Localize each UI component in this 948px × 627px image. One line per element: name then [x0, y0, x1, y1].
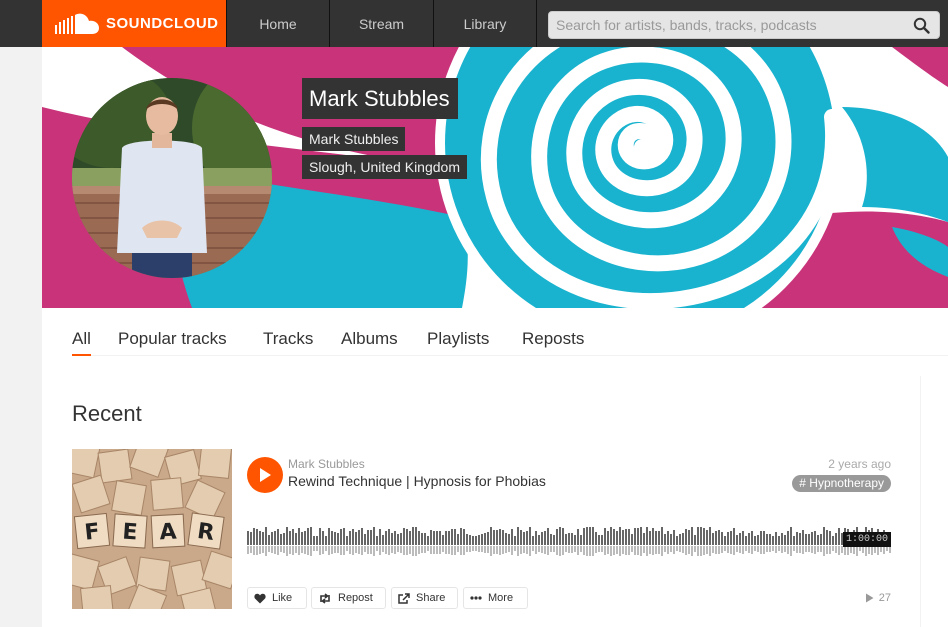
section-title: Recent [72, 401, 142, 426]
profile-tabs: All Popular tracks Tracks Albums Playlis… [72, 329, 948, 356]
tab-tracks[interactable]: Tracks [263, 329, 313, 355]
track-uploader[interactable]: Mark Stubbles [288, 457, 365, 471]
search-box [548, 11, 940, 39]
like-label: Like [272, 592, 293, 604]
repost-button[interactable]: Repost [311, 587, 386, 609]
svg-text:A: A [159, 520, 177, 546]
profile-banner: Mark Stubbles Mark Stubbles Slough, Unit… [42, 47, 948, 308]
track-waveform[interactable] [247, 513, 891, 561]
more-icon [470, 596, 482, 600]
play-count-value: 27 [878, 592, 891, 604]
profile-display-name: Mark Stubbles [302, 78, 458, 119]
profile-location: Slough, United Kingdom [302, 155, 467, 179]
soundcloud-logo[interactable]: SOUNDCLOUD [42, 0, 226, 47]
track-artwork[interactable]: F E A R [72, 449, 232, 609]
share-label: Share [416, 592, 446, 604]
heart-icon [254, 593, 266, 603]
svg-text:R: R [196, 519, 216, 546]
profile-username: Mark Stubbles [302, 127, 406, 151]
repost-label: Repost [338, 592, 373, 604]
track-tag[interactable]: # Hypnotherapy [792, 475, 891, 492]
nav-library[interactable]: Library [434, 0, 537, 47]
nav-stream[interactable]: Stream [330, 0, 434, 47]
avatar-photo [72, 78, 272, 278]
like-button[interactable]: Like [247, 587, 307, 609]
more-button[interactable]: More [463, 587, 528, 609]
track-title[interactable]: Rewind Technique | Hypnosis for Phobias [288, 473, 546, 489]
track-posted-time: 2 years ago [828, 457, 891, 471]
search-input[interactable] [549, 12, 939, 38]
play-icon [260, 468, 271, 482]
share-icon [398, 592, 410, 604]
artwork-image: F E A R [72, 449, 232, 609]
tab-playlists[interactable]: Playlists [427, 329, 489, 355]
profile-page: Mark Stubbles Mark Stubbles Slough, Unit… [42, 47, 948, 627]
logo-text: SOUNDCLOUD [106, 15, 219, 32]
svg-text:F: F [83, 519, 101, 545]
tab-albums[interactable]: Albums [341, 329, 398, 355]
repost-icon [320, 592, 330, 604]
tab-reposts[interactable]: Reposts [522, 329, 584, 355]
more-label: More [488, 592, 514, 604]
share-button[interactable]: Share [391, 587, 458, 609]
soundcloud-cloud-icon [55, 13, 99, 34]
profile-avatar[interactable] [72, 78, 272, 278]
tab-all[interactable]: All [72, 329, 91, 356]
track-duration: 1:00:00 [842, 532, 891, 547]
play-count: 27 [865, 592, 891, 604]
search-icon[interactable] [913, 17, 930, 34]
svg-text:E: E [122, 520, 139, 546]
tab-popular-tracks[interactable]: Popular tracks [118, 329, 227, 355]
play-count-icon [865, 593, 874, 603]
top-header: SOUNDCLOUD Home Stream Library [0, 0, 948, 47]
nav-home[interactable]: Home [226, 0, 330, 47]
play-button[interactable] [247, 457, 283, 493]
sidebar-divider [920, 376, 921, 627]
